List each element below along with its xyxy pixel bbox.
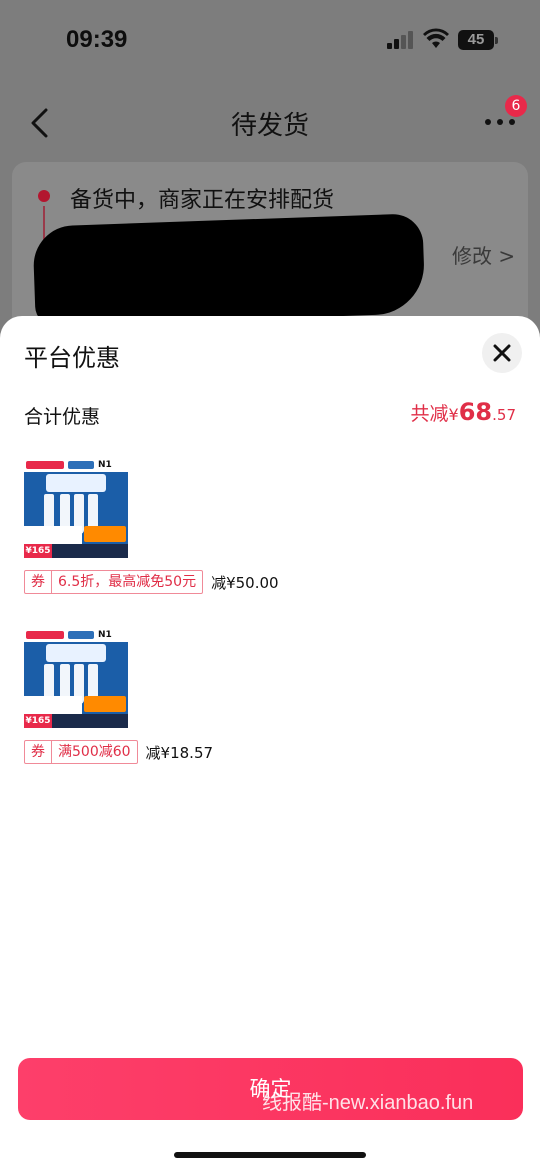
coupon-row: 券 6.5折，最高减免50元 减¥50.00 [24, 570, 279, 594]
coupon-type: 券 [25, 741, 52, 763]
status-time: 09:39 [66, 26, 128, 53]
total-amount-int: 68 [458, 398, 493, 426]
cellular-signal-icon [387, 31, 415, 49]
total-discount-label: 合计优惠 [24, 406, 101, 428]
close-button[interactable] [482, 333, 522, 373]
page-title: 待发货 [230, 111, 309, 141]
coupon-tag: 券满500减60 [24, 740, 138, 764]
total-currency: ¥ [448, 405, 459, 424]
thumbnail-price: ¥165 [24, 714, 52, 728]
home-indicator [174, 1152, 366, 1158]
platform-discount-sheet: 平台优惠 合计优惠 共减¥68.57 N1 ¥165 券 6.5折，最高减免50元… [0, 316, 540, 1170]
coupon-description: 满500减60 [58, 744, 131, 760]
coupon-type: 券 [25, 571, 52, 593]
coupon-row: 券满500减60 减¥18.57 [24, 740, 213, 764]
watermark-text: 线报酷-new.xianbao.fun [262, 1092, 474, 1114]
coupon-saving: 减¥50.00 [211, 573, 279, 592]
status-dot-icon [38, 190, 50, 202]
wifi-icon [423, 28, 449, 48]
coupon-tag: 券 6.5折，最高减免50元 [24, 570, 204, 594]
redacted-address [32, 213, 426, 327]
sheet-title: 平台优惠 [24, 344, 120, 372]
close-icon [493, 344, 511, 362]
coupon-saving: 减¥18.57 [145, 743, 214, 762]
total-discount-value: 共减¥68.57 [411, 398, 516, 426]
product-thumbnail[interactable]: N1 ¥165 [24, 628, 128, 728]
notification-badge: 6 [505, 95, 527, 117]
modify-address-link[interactable]: 修改 > [452, 240, 515, 269]
total-prefix: 共减 [410, 403, 449, 425]
more-dots-icon[interactable] [484, 117, 516, 127]
thumbnail-price: ¥165 [24, 544, 52, 558]
order-status-text: 备货中，商家正在安排配货 [70, 188, 335, 213]
total-amount-dec: .57 [492, 406, 516, 424]
coupon-description: 6.5折，最高减免50元 [58, 574, 197, 590]
order-status-card: 备货中，商家正在安排配货 修改 > [12, 162, 528, 332]
status-bar: 09:39 45 [0, 0, 540, 80]
nav-bar: 待发货 6 [0, 95, 540, 151]
battery-indicator: 45 [458, 30, 498, 50]
product-thumbnail[interactable]: N1 ¥165 [24, 458, 128, 558]
